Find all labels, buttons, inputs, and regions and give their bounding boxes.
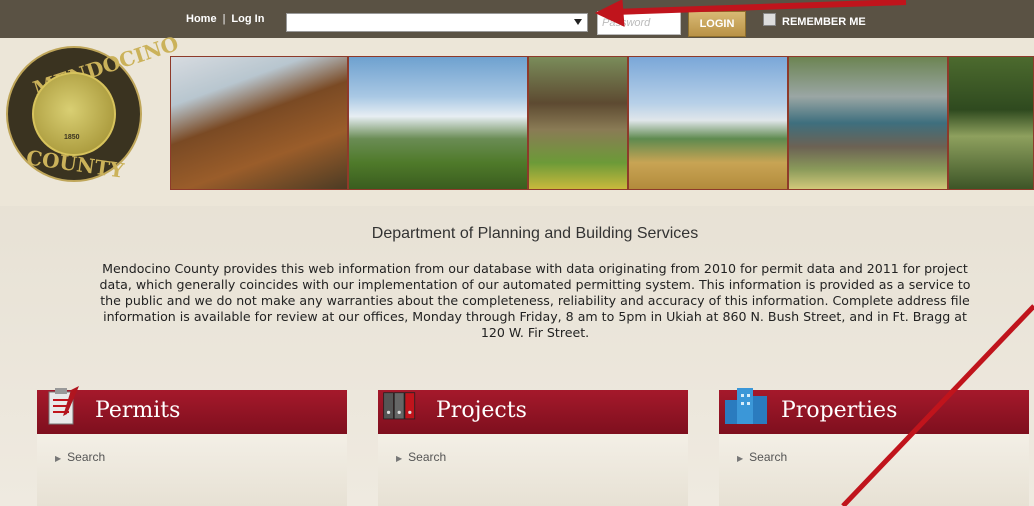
chevron-down-icon[interactable] xyxy=(574,19,582,25)
panel-header: Projects xyxy=(378,390,688,434)
panel-title: Properties xyxy=(781,398,898,423)
buildings-icon xyxy=(725,388,767,424)
sea-stacks-photo xyxy=(788,56,948,190)
login-button[interactable]: LOGIN xyxy=(688,11,746,37)
bullet-arrow-icon: ▶ xyxy=(55,454,62,463)
panel-body: ▶ Search xyxy=(719,434,1029,506)
link-separator: | xyxy=(222,13,226,25)
description-text: Mendocino County provides this web infor… xyxy=(99,261,971,340)
properties-panel: Properties ▶ Search xyxy=(719,388,1029,506)
permits-search-link[interactable]: ▶ Search xyxy=(55,450,105,464)
properties-search-link[interactable]: ▶ Search xyxy=(737,450,787,464)
remember-me[interactable]: REMEMBER ME xyxy=(763,13,866,28)
projects-search-link[interactable]: ▶ Search xyxy=(396,450,446,464)
search-link-label: Search xyxy=(749,450,788,464)
barn-photo xyxy=(528,56,628,190)
seal-emblem xyxy=(32,72,116,156)
panel-body: ▶ Search xyxy=(378,434,688,506)
panel-title: Projects xyxy=(436,398,527,423)
top-bar: Home | Log In LOGIN REMEMBER ME xyxy=(0,0,1034,38)
username-dropdown[interactable] xyxy=(286,13,588,32)
remember-me-label: REMEMBER ME xyxy=(782,16,866,28)
page-title: Department of Planning and Building Serv… xyxy=(371,225,699,242)
snowy-mountain-photo xyxy=(348,56,528,190)
waterfall-photo xyxy=(948,56,1034,190)
login-link[interactable]: Log In xyxy=(231,13,264,25)
remember-me-checkbox[interactable] xyxy=(763,13,776,26)
county-seal-logo: MENDOCINO 1850 COUNTY xyxy=(6,31,181,183)
search-link-label: Search xyxy=(408,450,447,464)
clipboard-icon xyxy=(48,386,79,425)
coastline-photo xyxy=(170,56,348,190)
top-links: Home | Log In xyxy=(186,13,264,25)
panel-body: ▶ Search xyxy=(37,434,347,506)
bullet-arrow-icon: ▶ xyxy=(737,454,744,463)
panel-title: Permits xyxy=(95,398,181,423)
home-link[interactable]: Home xyxy=(186,13,217,25)
field-photo xyxy=(628,56,788,190)
binders-icon xyxy=(383,392,416,420)
permits-panel: Permits ▶ Search xyxy=(37,386,347,506)
seal-year: 1850 xyxy=(64,134,80,141)
search-link-label: Search xyxy=(67,450,106,464)
password-field[interactable] xyxy=(597,11,681,35)
projects-panel: Projects ▶ Search xyxy=(378,390,688,506)
panel-header: Permits xyxy=(37,390,347,434)
bullet-arrow-icon: ▶ xyxy=(396,454,403,463)
